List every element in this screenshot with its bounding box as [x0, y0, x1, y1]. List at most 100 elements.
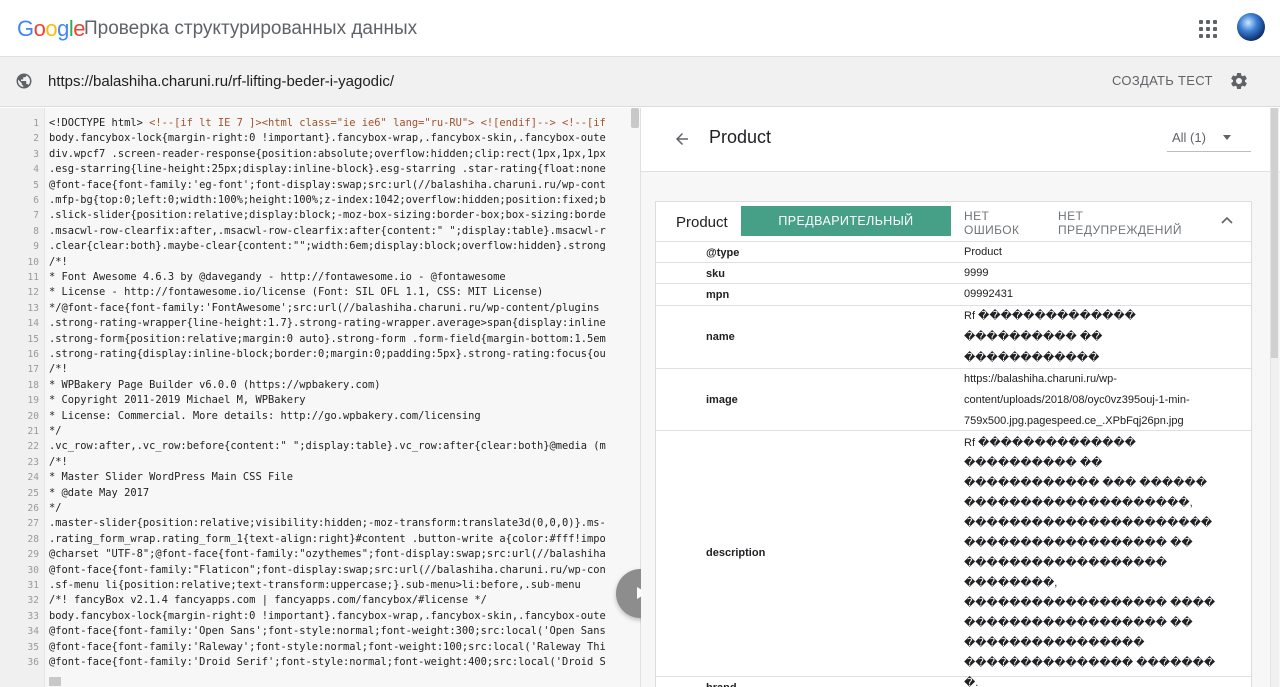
code-line: 33 body.fancybox-lock{margin-right:0 !imp… [0, 609, 640, 624]
property-value[interactable]: https://balashiha.charuni.ru/wp- content… [964, 369, 1224, 432]
page-scrollbar-thumb[interactable] [1271, 108, 1278, 358]
line-content: * Font Awesome 4.6.3 by @davegandy - htt… [49, 271, 506, 283]
property-name: @type [706, 247, 740, 259]
line-number: 15 [27, 333, 39, 345]
globe-icon [16, 73, 32, 89]
code-line: 21 */ [0, 424, 640, 439]
line-content: /*! [49, 455, 68, 468]
code-line: 32 /*! fancyBox v2.1.4 fancyapps.com | fa… [0, 593, 640, 608]
product-card: Product ПРЕДВАРИТЕЛЬНЫЙ НЕТ ОШИБОК НЕТ П… [655, 201, 1252, 687]
gear-icon[interactable] [1229, 71, 1249, 91]
line-content: .esg-starring{line-height:25px;display:i… [49, 163, 606, 176]
logo-letter-g: G [17, 16, 34, 41]
dropdown-caret-icon [1223, 135, 1231, 140]
code-line: 18 * WPBakery Page Builder v6.0.0 (https… [0, 378, 640, 393]
code-line: 14 .strong-rating-wrapper{line-height:1.7… [0, 316, 640, 331]
line-content: @font-face{font-family:'Raleway';font-st… [49, 640, 606, 653]
line-content: @font-face{font-family:"Flaticon";font-d… [49, 563, 606, 576]
property-value: 09992431 [964, 288, 1013, 300]
code-line: 23 /*! [0, 455, 640, 470]
results-title: Product [709, 127, 772, 147]
logo-letter-o2: o [45, 16, 58, 41]
line-number: 12 [27, 287, 39, 299]
line-content: .strong-rating-wrapper{line-height:1.7}.… [49, 317, 606, 330]
line-content: @font-face{font-family:'Droid Serif';fon… [49, 656, 606, 668]
results-header: Product All (1) [641, 108, 1280, 172]
page-title: Проверка структурированных данных [84, 18, 418, 39]
property-value: Rf �������������� ���������� �� ��������… [964, 437, 1216, 687]
logo-letter-o1: o [33, 16, 46, 41]
code-vertical-scrollbar[interactable] [631, 108, 639, 128]
code-line: 8 .msacwl-row-clearfix:after,.msacwl-row-… [0, 224, 640, 239]
line-number: 28 [27, 533, 39, 545]
line-number: 20 [27, 410, 39, 422]
code-line: 30 @font-face{font-family:"Flaticon";font… [0, 563, 640, 578]
line-content: .strong-form{position:relative;margin:0 … [49, 332, 606, 345]
line-number: 17 [27, 364, 39, 376]
line-number: 9 [33, 241, 39, 253]
preview-button[interactable]: ПРЕДВАРИТЕЛЬНЫЙ [741, 206, 951, 236]
line-number: 35 [27, 641, 39, 653]
line-content: @font-face{font-family:'Open Sans';font-… [49, 625, 606, 638]
results-pane: Product All (1) Product ПРЕДВАРИТЕЛЬНЫЙ … [641, 108, 1280, 687]
code-line: 31 .sf-menu li{position:relative;text-tra… [0, 578, 640, 593]
line-content: .msacwl-row-clearfix:after,.msacwl-row-c… [49, 224, 606, 237]
line-content: /*! [49, 363, 68, 376]
logo-letter-g2: g [57, 16, 69, 41]
line-number: 33 [27, 610, 39, 622]
url-bar: https://balashiha.charuni.ru/rf-lifting-… [0, 57, 1280, 107]
code-line: 15 .strong-form{position:relative;margin:… [0, 332, 640, 347]
line-number: 11 [27, 272, 39, 283]
line-content: .sf-menu li{position:relative;text-trans… [49, 579, 581, 591]
property-row-brand: brand [656, 677, 1251, 687]
line-content: /*! [49, 255, 68, 268]
line-content: */@font-face{font-family:'FontAwesome';s… [49, 301, 600, 314]
user-avatar[interactable] [1237, 13, 1265, 41]
code-line: 26 */ [0, 501, 640, 516]
line-number: 23 [27, 456, 39, 468]
line-number: 29 [27, 549, 39, 561]
property-row-description: description Rf �������������� ����������… [656, 431, 1251, 687]
code-horizontal-scrollbar[interactable] [49, 677, 61, 686]
filter-label: All (1) [1172, 130, 1206, 145]
items-filter-dropdown[interactable]: All (1) [1167, 122, 1251, 152]
code-line: 36 @font-face{font-family:'Droid Serif';f… [0, 655, 640, 670]
line-content: body.fancybox-lock{margin-right:0 !impor… [49, 132, 606, 145]
property-name: description [706, 547, 766, 559]
line-content: .vc_row:after,.vc_row:before{content:" "… [49, 440, 606, 453]
line-content: .master-slider{position:relative;visibil… [49, 517, 606, 530]
line-content: */ [49, 425, 62, 437]
line-number: 4 [33, 164, 39, 176]
line-number: 14 [27, 318, 39, 330]
code-line: 7 .slick-slider{position:relative;display… [0, 208, 640, 223]
line-content: /*! fancyBox v2.1.4 fancyapps.com | fanc… [49, 594, 487, 607]
line-number: 19 [27, 395, 39, 407]
property-name: brand [706, 682, 737, 687]
card-header: Product ПРЕДВАРИТЕЛЬНЫЙ НЕТ ОШИБОК НЕТ П… [656, 202, 1251, 242]
line-number: 2 [33, 133, 39, 145]
create-test-button[interactable]: СОЗДАТЬ ТЕСТ [1104, 73, 1221, 88]
code-line: 1 <!DOCTYPE html> <!--[if lt IE 7 ]><html… [0, 116, 640, 131]
code-line: 19 * Copyright 2011-2019 Michael M, WPBa… [0, 393, 640, 408]
collapse-chevron-icon[interactable] [1221, 216, 1233, 224]
property-row-name: name Rf �������������� ���������� �� ���… [656, 306, 1251, 369]
line-content: <!DOCTYPE html> <!--[if lt IE 7 ]><html … [49, 117, 606, 129]
property-name: name [706, 331, 735, 343]
line-number: 22 [27, 441, 39, 453]
property-row-mpn: mpn 09992431 [656, 284, 1251, 306]
tested-url[interactable]: https://balashiha.charuni.ru/rf-lifting-… [48, 73, 394, 90]
property-row-sku: sku 9999 [656, 263, 1251, 284]
source-code-editor[interactable]: 1 <!DOCTYPE html> <!--[if lt IE 7 ]><html… [0, 108, 641, 687]
apps-grid-icon[interactable] [1199, 20, 1217, 38]
code-line: 11 * Font Awesome 4.6.3 by @davegandy - … [0, 270, 640, 285]
arrow-back-icon[interactable] [673, 130, 691, 148]
line-content: .rating_form_wrap.rating_form_1{text-ali… [49, 532, 606, 545]
line-content: body.fancybox-lock{margin-right:0 !impor… [49, 609, 606, 622]
line-number: 34 [27, 626, 39, 638]
line-content: * License - http://fontawesome.io/licens… [49, 286, 544, 299]
line-number: 7 [33, 210, 39, 222]
line-number: 21 [27, 426, 39, 437]
line-content: * WPBakery Page Builder v6.0.0 (https://… [49, 378, 381, 391]
code-line: 27 .master-slider{position:relative;visib… [0, 516, 640, 531]
code-line: 34 @font-face{font-family:'Open Sans';fon… [0, 624, 640, 639]
